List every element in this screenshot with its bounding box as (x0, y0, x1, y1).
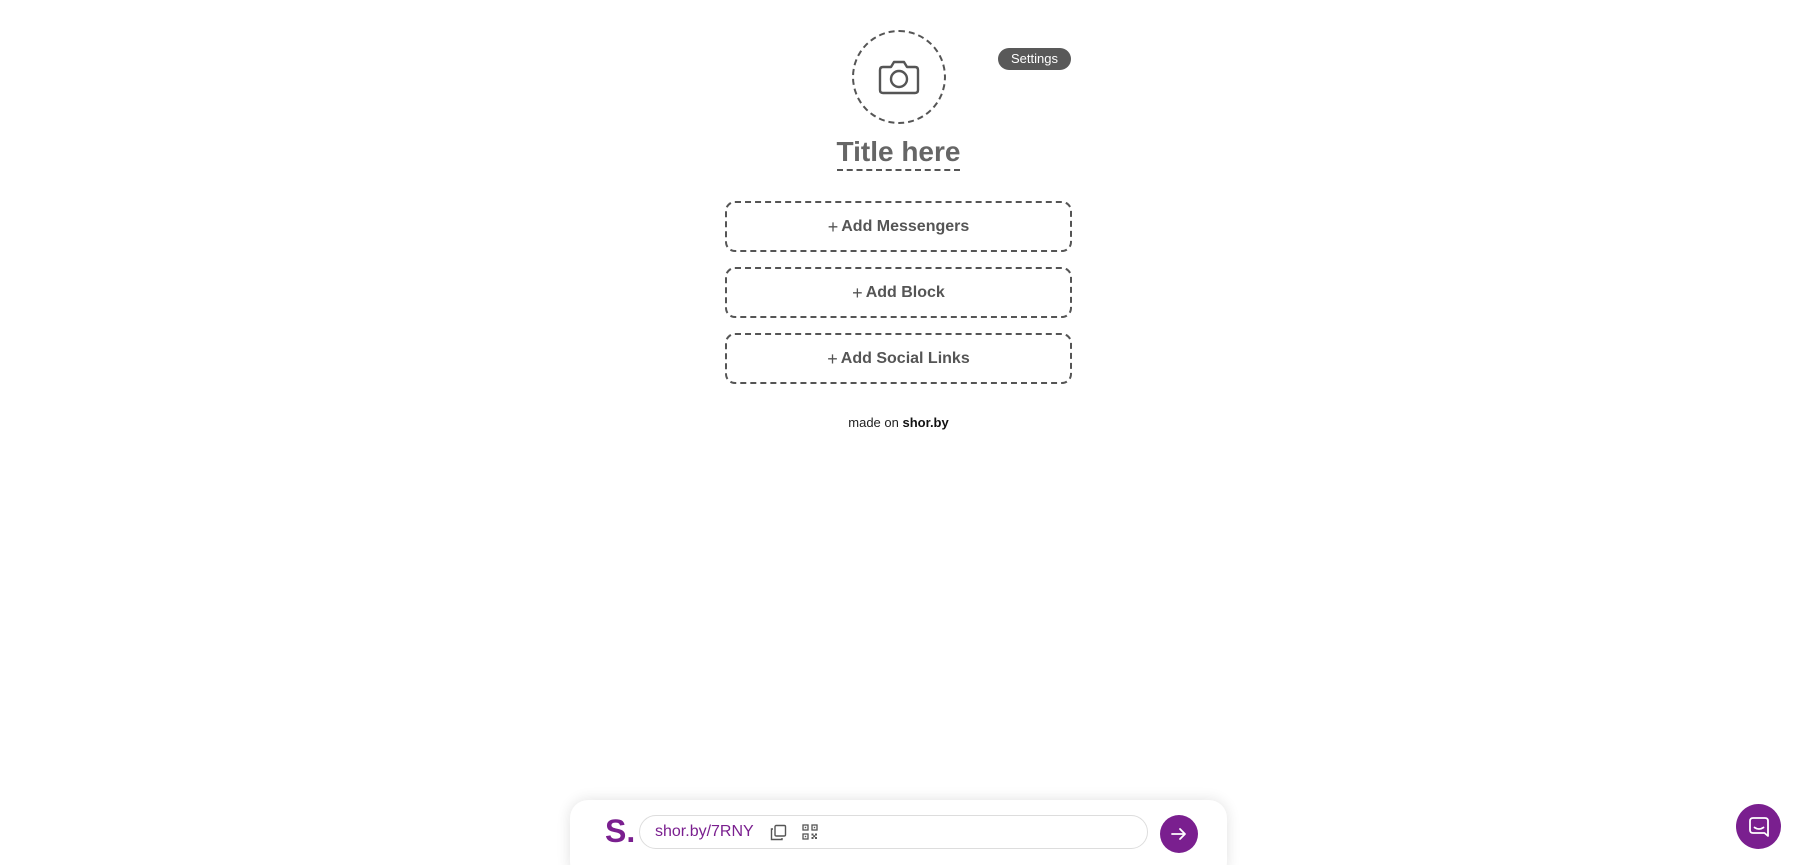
short-url-field[interactable]: shor.by/7RNY (639, 815, 1148, 849)
short-url-text[interactable]: shor.by/7RNY (655, 823, 754, 841)
made-on-footer: made on shor.by (725, 415, 1072, 430)
made-on-brand-link[interactable]: shor.by (902, 415, 948, 430)
add-messengers-label: Add Messengers (841, 217, 970, 235)
chat-launcher-button[interactable] (1736, 804, 1781, 849)
page: Settings Title here + Add Messengers + A… (0, 0, 1800, 865)
avatar-upload[interactable] (852, 30, 946, 124)
brand-logo: S. (605, 813, 636, 849)
settings-button[interactable]: Settings (998, 48, 1071, 70)
add-block-button[interactable]: + Add Block (725, 267, 1072, 318)
add-social-links-button[interactable]: + Add Social Links (725, 333, 1072, 384)
copy-icon[interactable] (768, 821, 790, 843)
arrow-right-icon (1171, 828, 1186, 840)
qr-code-icon[interactable] (799, 821, 821, 843)
plus-icon: + (852, 282, 863, 303)
title-input[interactable]: Title here (836, 136, 961, 171)
go-button[interactable] (1160, 815, 1198, 853)
plus-icon: + (827, 348, 838, 369)
plus-icon: + (827, 216, 839, 237)
add-block-label: Add Block (865, 283, 945, 301)
chat-icon (1748, 816, 1769, 837)
add-social-links-label: Add Social Links (840, 349, 970, 367)
camera-icon (878, 60, 920, 95)
page-title: Title here (725, 136, 1072, 171)
add-messengers-button[interactable]: + Add Messengers (725, 201, 1072, 252)
made-on-text: made on (848, 415, 899, 430)
bottom-bar: S. shor.by/7RNY (570, 800, 1227, 865)
